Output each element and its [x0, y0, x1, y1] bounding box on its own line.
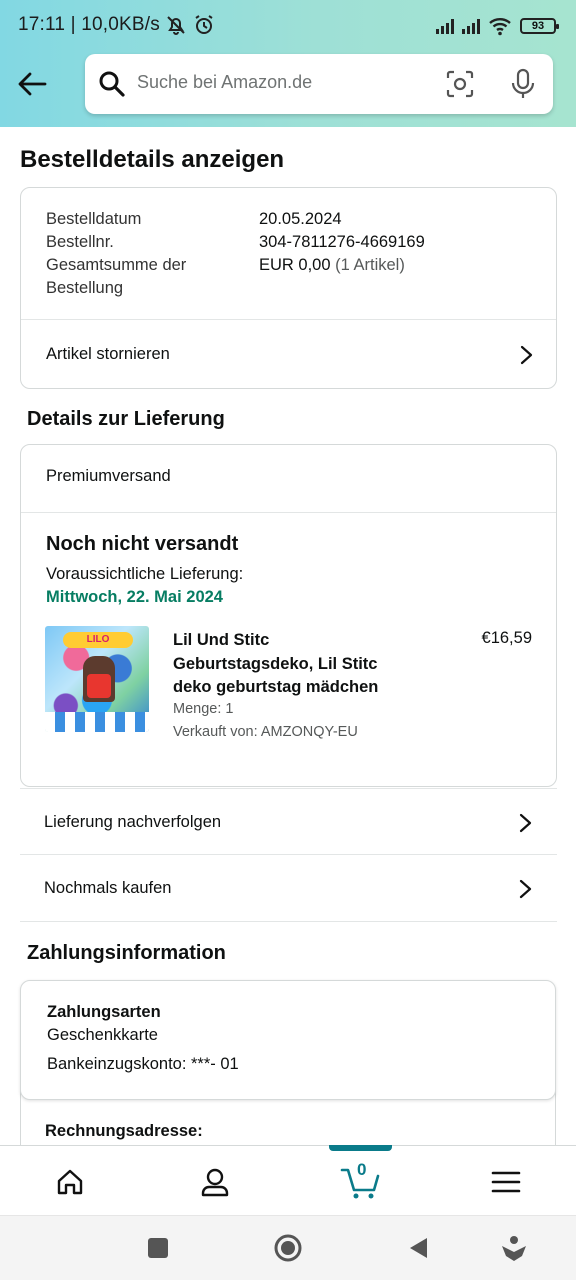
recents-button[interactable]	[142, 1232, 174, 1264]
product-name-line2: Geburtstagsdeko, Lil Stitc	[173, 654, 378, 673]
product-name-link[interactable]: Lil Und Stitc Geburtstagsdeko, Lil Stitc…	[173, 629, 403, 700]
track-delivery-row[interactable]: Lieferung nachverfolgen	[20, 788, 557, 855]
back-system-button[interactable]	[402, 1232, 434, 1264]
payment-methods-card: Zahlungsarten Geschenkkarte Bankeinzugsk…	[20, 980, 556, 1100]
circle-icon	[274, 1234, 302, 1262]
order-total-label: Gesamtsumme der Bestellung	[46, 254, 186, 300]
chevron-right-icon	[519, 813, 532, 832]
nav-account[interactable]	[195, 1162, 235, 1202]
system-navigation-bar	[0, 1215, 576, 1280]
product-name-line3: deko geburtstag mädchen	[173, 678, 379, 696]
alarm-icon	[195, 15, 213, 34]
nav-active-indicator	[329, 1145, 392, 1151]
buy-again-link[interactable]: Nochmals kaufen	[20, 855, 557, 922]
delivery-card: Premiumversand Noch nicht versandt Vorau…	[20, 444, 557, 787]
square-icon	[148, 1238, 168, 1258]
status-time-speed: 17:11 | 10,0KB/s	[18, 14, 160, 35]
product-name-line1: Lil Und Stitc	[173, 631, 270, 649]
signal-icon	[436, 18, 454, 34]
cart-count: 0	[357, 1160, 367, 1179]
billing-address-heading: Rechnungsadresse:	[45, 1122, 203, 1140]
product-image-figure	[83, 656, 115, 702]
order-total-label-line2: Bestellung	[46, 279, 124, 297]
nav-cart[interactable]: 0	[338, 1160, 384, 1202]
search-bar[interactable]	[85, 54, 553, 114]
eta-label: Voraussichtliche Lieferung:	[46, 565, 244, 583]
hamburger-menu-icon	[491, 1171, 521, 1193]
user-icon	[201, 1168, 229, 1197]
product-image[interactable]: LILO	[45, 626, 149, 732]
wifi-icon	[489, 18, 511, 36]
assistant-button[interactable]	[498, 1232, 530, 1264]
divider	[21, 512, 556, 513]
triangle-back-icon	[410, 1238, 427, 1258]
order-total-value: EUR 0,00 (1 Artikel)	[259, 254, 405, 277]
battery-level: 93	[531, 20, 545, 32]
buy-again-label: Nochmals kaufen	[44, 879, 172, 897]
notifications-off-icon	[167, 16, 185, 35]
product-price: €16,59	[481, 629, 532, 647]
arrow-left-icon	[18, 72, 47, 96]
search-icon	[99, 71, 125, 97]
signal-icon	[462, 18, 480, 34]
bottom-navigation: 0	[0, 1145, 576, 1215]
status-bar: 17:11 | 10,0KB/s 93	[0, 0, 576, 50]
assistant-icon	[502, 1236, 526, 1261]
page-title: Bestelldetails anzeigen	[20, 146, 285, 173]
order-summary-card: Bestelldatum 20.05.2024 Bestellnr. 304-7…	[20, 187, 557, 389]
track-delivery-link[interactable]: Lieferung nachverfolgen	[20, 789, 557, 856]
camera-lens-icon[interactable]	[445, 69, 475, 99]
home-system-button[interactable]	[272, 1232, 304, 1264]
nav-menu[interactable]	[486, 1162, 526, 1202]
chevron-right-icon	[519, 879, 532, 898]
order-item-count: (1 Artikel)	[335, 256, 405, 274]
delivery-section-title: Details zur Lieferung	[27, 408, 225, 430]
product-image-border	[45, 712, 149, 732]
order-total-label-line1: Gesamtsumme der	[46, 256, 187, 274]
order-number-value: 304-7811276-4669169	[259, 233, 425, 251]
app-header: 17:11 | 10,0KB/s 93	[0, 0, 576, 127]
status-system-icons: 93	[436, 14, 559, 38]
order-date-label: Bestelldatum	[46, 210, 142, 228]
product-quantity: Menge: 1	[173, 701, 234, 717]
search-input[interactable]	[137, 72, 417, 93]
nav-home[interactable]	[50, 1162, 90, 1202]
order-date-value: 20.05.2024	[259, 210, 342, 228]
home-icon	[57, 1169, 83, 1195]
payment-account: Bankeinzugskonto: ***- 01	[47, 1055, 239, 1073]
eta-date: Mittwoch, 22. Mai 2024	[46, 588, 223, 606]
product-image-banner: LILO	[63, 632, 133, 648]
battery-icon: 93	[520, 18, 559, 34]
payment-method: Geschenkkarte	[47, 1026, 158, 1044]
back-button[interactable]	[14, 66, 50, 102]
microphone-icon[interactable]	[509, 68, 537, 100]
status-notification-icons	[164, 12, 216, 38]
buy-again-row[interactable]: Nochmals kaufen	[20, 855, 557, 922]
order-number-label: Bestellnr.	[46, 233, 114, 251]
shipping-method: Premiumversand	[46, 467, 171, 485]
order-total-amount: EUR 0,00	[259, 256, 331, 274]
payment-section-title: Zahlungsinformation	[27, 942, 226, 964]
track-delivery-label: Lieferung nachverfolgen	[44, 813, 222, 831]
cancel-items-link[interactable]: Artikel stornieren	[21, 320, 556, 389]
payment-methods-heading: Zahlungsarten	[47, 1003, 161, 1021]
shipment-status: Noch nicht versandt	[46, 533, 239, 555]
chevron-right-icon	[520, 345, 533, 364]
product-seller: Verkauft von: AMZONQY-EU	[173, 724, 358, 740]
cancel-items-label: Artikel stornieren	[46, 345, 170, 363]
